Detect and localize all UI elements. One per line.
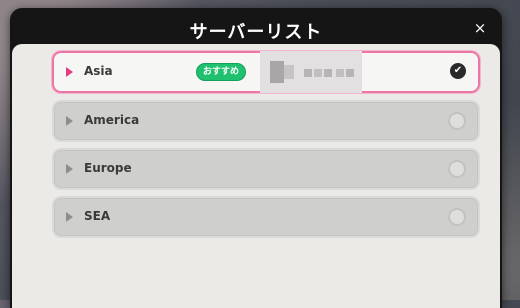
- dialog-title: サーバーリスト: [189, 22, 323, 43]
- server-name: Europe: [84, 161, 132, 175]
- play-icon: [66, 212, 73, 222]
- server-row-sea[interactable]: SEA: [52, 196, 480, 238]
- check-icon: ✔: [450, 63, 466, 79]
- server-row-europe[interactable]: Europe: [52, 148, 480, 190]
- play-icon: [66, 164, 73, 174]
- radio-icon: [448, 208, 466, 226]
- pixelated-region: [260, 51, 362, 93]
- server-name: America: [84, 113, 140, 127]
- server-name: Asia: [84, 64, 113, 78]
- recommended-badge: おすすめ: [196, 63, 247, 81]
- play-icon: [66, 116, 73, 126]
- radio-icon: [448, 112, 466, 130]
- play-icon: [66, 67, 73, 77]
- server-name: SEA: [84, 209, 111, 223]
- close-icon[interactable]: ×: [472, 20, 488, 36]
- server-list-panel: Asia おすすめ ✔ America Europe SEA: [12, 44, 500, 308]
- radio-icon: [448, 160, 466, 178]
- server-row-america[interactable]: America: [52, 100, 480, 142]
- server-list-dialog: サーバーリスト × Asia おすすめ ✔ America Europe SEA: [10, 8, 502, 308]
- server-row-asia[interactable]: Asia おすすめ ✔: [52, 51, 480, 93]
